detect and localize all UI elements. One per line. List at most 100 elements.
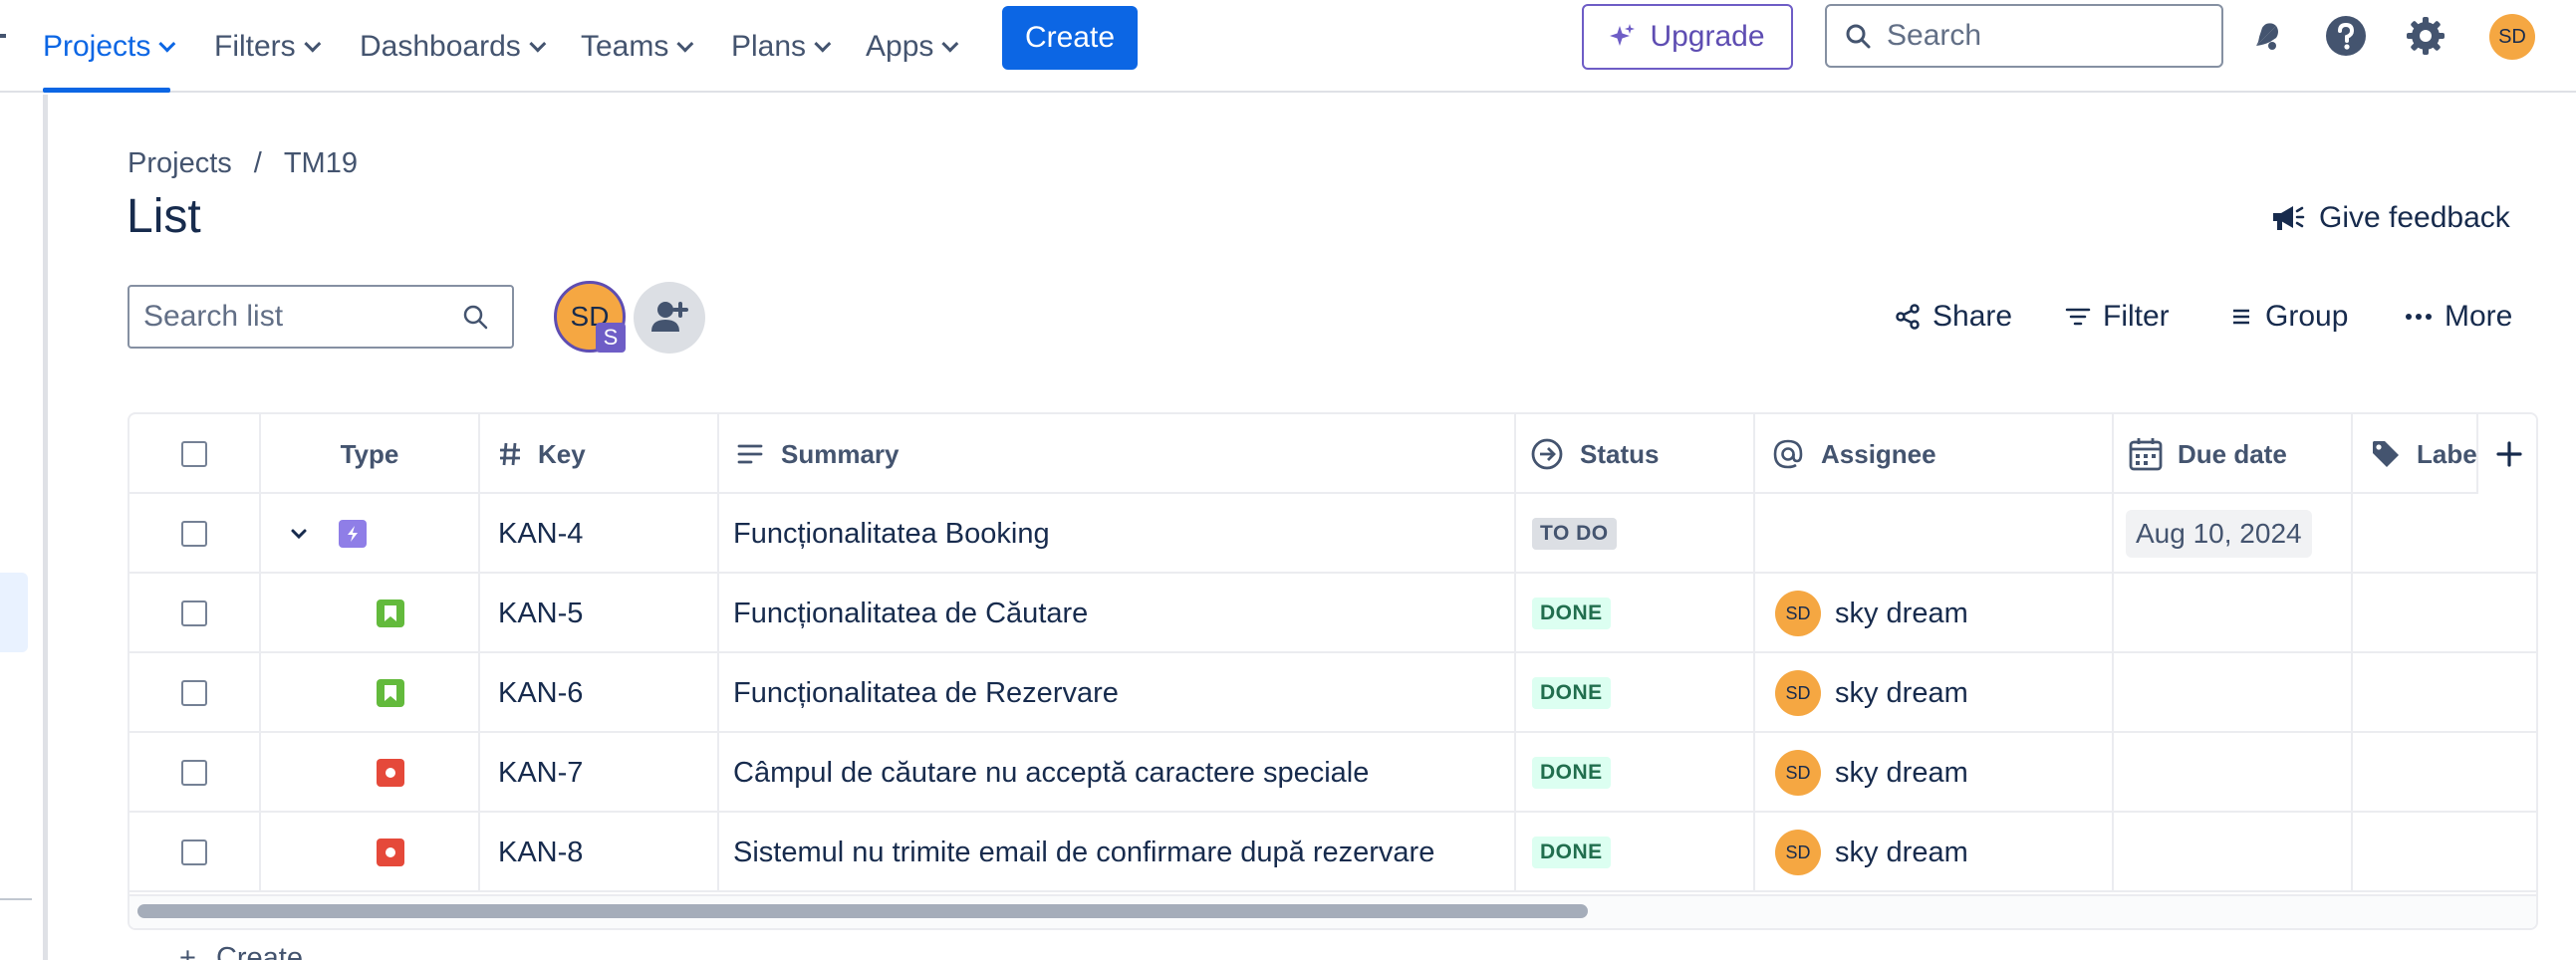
sidebar-collapsed bbox=[0, 95, 48, 960]
table-row[interactable]: KAN-5 Funcționalitatea de Căutare DONE S… bbox=[129, 574, 2536, 653]
row-checkbox[interactable] bbox=[181, 521, 207, 547]
user-avatar[interactable]: SD bbox=[2489, 14, 2535, 60]
nav-teams[interactable]: Teams bbox=[581, 0, 694, 93]
share-label: Share bbox=[1932, 300, 2013, 333]
issue-key-link[interactable]: KAN-4 bbox=[498, 518, 583, 551]
issue-key-link[interactable]: KAN-6 bbox=[498, 677, 583, 710]
issue-key-link[interactable]: KAN-5 bbox=[498, 598, 583, 630]
group-button[interactable]: Group bbox=[2229, 295, 2348, 339]
assignee-cell[interactable]: SD sky dream bbox=[1755, 574, 2114, 653]
add-column-button[interactable] bbox=[2476, 414, 2536, 494]
add-people-button[interactable] bbox=[634, 282, 705, 354]
nav-plans[interactable]: Plans bbox=[731, 0, 832, 93]
list-search[interactable] bbox=[128, 285, 514, 349]
due-date-cell[interactable]: Aug 10, 2024 bbox=[2114, 494, 2353, 574]
header-type[interactable]: Type bbox=[261, 414, 480, 494]
assignee-name: sky dream bbox=[1835, 597, 1968, 629]
chevron-down-icon bbox=[304, 35, 321, 53]
assignee-cell[interactable] bbox=[1755, 494, 2114, 574]
chevron-down-icon bbox=[676, 35, 694, 53]
due-date-cell[interactable] bbox=[2114, 574, 2353, 653]
settings-icon[interactable] bbox=[2404, 14, 2447, 58]
upgrade-button[interactable]: Upgrade bbox=[1582, 4, 1793, 70]
nav-apps[interactable]: Apps bbox=[866, 0, 959, 93]
share-button[interactable]: Share bbox=[1895, 295, 2012, 339]
story-icon bbox=[377, 679, 404, 707]
header-type-label: Type bbox=[340, 438, 399, 469]
give-feedback-button[interactable]: Give feedback bbox=[2271, 201, 2510, 235]
status-cell[interactable]: DONE bbox=[1516, 574, 1755, 653]
breadcrumb-projects[interactable]: Projects bbox=[128, 147, 232, 180]
breadcrumb-project[interactable]: TM19 bbox=[284, 147, 358, 180]
nav-projects[interactable]: Projects bbox=[43, 0, 176, 93]
summary-cell[interactable]: Sistemul nu trimite email de confirmare … bbox=[719, 813, 1516, 892]
create-issue-row[interactable]: + Create bbox=[179, 942, 303, 960]
table-row[interactable]: KAN-8 Sistemul nu trimite email de confi… bbox=[129, 813, 2536, 892]
avatar: SD bbox=[1775, 830, 1821, 875]
issue-key-link[interactable]: KAN-8 bbox=[498, 837, 583, 869]
header-select-cell bbox=[129, 414, 261, 494]
assignee-cell[interactable]: SD sky dream bbox=[1755, 813, 2114, 892]
nav-dashboards[interactable]: Dashboards bbox=[360, 0, 547, 93]
labels-cell[interactable] bbox=[2353, 574, 2536, 653]
nav-filters[interactable]: Filters bbox=[214, 0, 321, 93]
status-cell[interactable]: DONE bbox=[1516, 733, 1755, 813]
select-all-checkbox[interactable] bbox=[181, 441, 207, 467]
nav-edge-marker bbox=[0, 34, 6, 38]
group-label: Group bbox=[2265, 300, 2349, 333]
text-lines-icon bbox=[737, 444, 763, 464]
list-search-input[interactable] bbox=[143, 300, 462, 334]
horizontal-scrollbar[interactable] bbox=[129, 894, 2536, 928]
labels-cell[interactable] bbox=[2353, 813, 2536, 892]
assignee-cell[interactable]: SD sky dream bbox=[1755, 653, 2114, 733]
group-icon bbox=[2233, 309, 2249, 325]
issue-summary: Câmpul de căutare nu acceptă caractere s… bbox=[733, 756, 1370, 789]
header-due-date[interactable]: Due date bbox=[2114, 414, 2353, 494]
labels-cell[interactable] bbox=[2353, 733, 2536, 813]
scrollbar-thumb[interactable] bbox=[137, 904, 1588, 918]
top-navigation: Projects Filters Dashboards Teams Plans … bbox=[0, 0, 2576, 93]
row-checkbox[interactable] bbox=[181, 600, 207, 626]
table-row[interactable]: KAN-7 Câmpul de căutare nu acceptă carac… bbox=[129, 733, 2536, 813]
header-key[interactable]: Key bbox=[480, 414, 719, 494]
status-cell[interactable]: TO DO bbox=[1516, 494, 1755, 574]
status-cell[interactable]: DONE bbox=[1516, 813, 1755, 892]
status-cell[interactable]: DONE bbox=[1516, 653, 1755, 733]
key-cell: KAN-4 bbox=[480, 494, 719, 574]
issue-summary: Sistemul nu trimite email de confirmare … bbox=[733, 836, 1435, 868]
table-row[interactable]: KAN-6 Funcționalitatea de Rezervare DONE… bbox=[129, 653, 2536, 733]
summary-cell[interactable]: Funcționalitatea Booking bbox=[719, 494, 1516, 574]
help-icon[interactable] bbox=[2324, 14, 2368, 58]
issue-summary: Funcționalitatea de Căutare bbox=[733, 597, 1089, 629]
header-status[interactable]: Status bbox=[1516, 414, 1755, 494]
create-button[interactable]: Create bbox=[1002, 6, 1138, 70]
status-badge: DONE bbox=[1532, 757, 1611, 789]
row-checkbox[interactable] bbox=[181, 760, 207, 786]
chevron-down-icon[interactable] bbox=[289, 524, 309, 544]
table-row[interactable]: KAN-4 Funcționalitatea Booking TO DO Aug… bbox=[129, 494, 2536, 574]
sidebar-selected-item[interactable] bbox=[0, 573, 28, 652]
header-summary[interactable]: Summary bbox=[719, 414, 1516, 494]
more-button[interactable]: More bbox=[2405, 295, 2512, 339]
status-badge: DONE bbox=[1532, 598, 1611, 629]
avatar: SD bbox=[1775, 591, 1821, 636]
bug-icon bbox=[377, 839, 404, 866]
issue-key-link[interactable]: KAN-7 bbox=[498, 757, 583, 790]
labels-cell[interactable] bbox=[2353, 653, 2536, 733]
global-search[interactable] bbox=[1825, 4, 2223, 68]
labels-cell[interactable] bbox=[2353, 494, 2536, 574]
assignee-cell[interactable]: SD sky dream bbox=[1755, 733, 2114, 813]
row-checkbox[interactable] bbox=[181, 680, 207, 706]
due-date-cell[interactable] bbox=[2114, 733, 2353, 813]
due-date-cell[interactable] bbox=[2114, 813, 2353, 892]
sparkle-icon bbox=[1610, 24, 1636, 46]
global-search-input[interactable] bbox=[1887, 19, 2186, 53]
header-assignee[interactable]: Assignee bbox=[1755, 414, 2114, 494]
row-checkbox[interactable] bbox=[181, 840, 207, 865]
summary-cell[interactable]: Funcționalitatea de Căutare bbox=[719, 574, 1516, 653]
summary-cell[interactable]: Câmpul de căutare nu acceptă caractere s… bbox=[719, 733, 1516, 813]
summary-cell[interactable]: Funcționalitatea de Rezervare bbox=[719, 653, 1516, 733]
filter-button[interactable]: Filter bbox=[2065, 295, 2170, 339]
due-date-cell[interactable] bbox=[2114, 653, 2353, 733]
notifications-icon[interactable] bbox=[2244, 14, 2288, 58]
